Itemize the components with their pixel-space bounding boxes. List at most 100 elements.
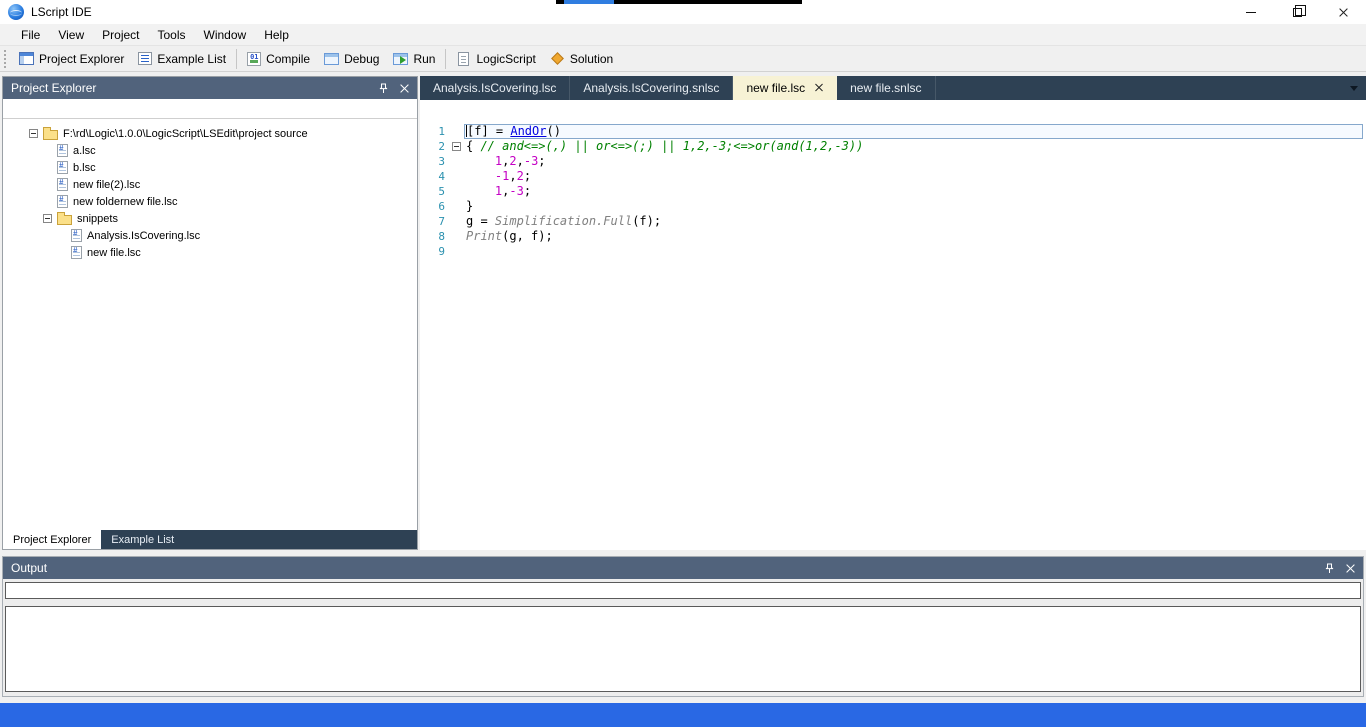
- title-bar: LScript IDE: [0, 0, 1366, 24]
- tree-item-new-file-lsc[interactable]: new file.lsc: [3, 244, 417, 261]
- menu-item-file[interactable]: File: [12, 24, 49, 46]
- minimize-icon: [1246, 12, 1256, 13]
- tree-item-analysis-iscovering-lsc[interactable]: Analysis.IsCovering.lsc: [3, 227, 417, 244]
- document-tab-analysis-iscovering-lsc[interactable]: Analysis.IsCovering.lsc: [420, 76, 570, 100]
- toolbar-separator: [236, 49, 237, 69]
- fold-toggle-icon[interactable]: [452, 142, 461, 151]
- menu-item-help[interactable]: Help: [255, 24, 298, 46]
- code-token: -3: [524, 154, 538, 168]
- output-input-strip: [5, 582, 1361, 599]
- code-line: 8 Print(g, f);: [420, 229, 1366, 244]
- run-icon: [393, 53, 408, 65]
- line-number: 7: [420, 214, 450, 229]
- panel-tab-project-explorer[interactable]: Project Explorer: [3, 530, 101, 549]
- close-panel-icon[interactable]: [1346, 564, 1355, 573]
- restore-button[interactable]: [1274, 0, 1320, 24]
- document-tab-new-file-snlsc[interactable]: new file.snlsc: [837, 76, 935, 100]
- document-tab-label: new file.lsc: [746, 81, 805, 95]
- fold-margin: [450, 124, 464, 139]
- code-line-content: -1,2;: [464, 169, 1363, 184]
- code-line: 3 1,2,-3;: [420, 154, 1366, 169]
- code-token: -3: [509, 184, 523, 198]
- window-controls: [1228, 0, 1366, 24]
- menu-item-view[interactable]: View: [49, 24, 93, 46]
- output-body: [3, 579, 1363, 696]
- app-icon: [8, 4, 24, 20]
- code-line: 1[f] = AndOr(): [420, 124, 1366, 139]
- code-line-content: Print(g, f);: [464, 229, 1363, 244]
- close-panel-icon[interactable]: [400, 84, 409, 93]
- project-explorer-title: Project Explorer: [11, 81, 96, 95]
- toolbar-button-label: Run: [413, 52, 435, 66]
- code-editor[interactable]: 1[f] = AndOr()2{ // and<=>(,) || or<=>(;…: [420, 100, 1366, 550]
- code-line: 4 -1,2;: [420, 169, 1366, 184]
- tree-item-f-rd-logic-1-0-0-logicscript-lsedit-project-source[interactable]: F:\rd\Logic\1.0.0\LogicScript\LSEdit\pro…: [3, 125, 417, 142]
- tab-list-dropdown-icon[interactable]: [1350, 86, 1358, 91]
- code-token: // and<=>(,) || or<=>(;) || 1,2,-3;<=>or…: [480, 139, 863, 153]
- project-explorer-icon: [19, 52, 34, 65]
- menu-bar: FileViewProjectToolsWindowHelp: [0, 24, 1366, 46]
- toolbar-button-project-explorer[interactable]: Project Explorer: [12, 47, 131, 71]
- tree-item-a-lsc[interactable]: a.lsc: [3, 142, 417, 159]
- tree-item-new-file-2-lsc[interactable]: new file(2).lsc: [3, 176, 417, 193]
- tree-expander[interactable]: [43, 214, 52, 223]
- code-token: (g, f);: [502, 229, 553, 243]
- tree-item-label: a.lsc: [73, 145, 96, 157]
- toolbar-button-debug[interactable]: Debug: [317, 47, 386, 71]
- toolbar-button-label: Compile: [266, 52, 310, 66]
- code-token: }: [466, 199, 473, 213]
- code-line-content: }: [464, 199, 1363, 214]
- toolbar-button-solution[interactable]: Solution: [543, 47, 620, 71]
- line-number: 4: [420, 169, 450, 184]
- pin-icon[interactable]: [1324, 563, 1335, 574]
- document-tab-new-file-lsc[interactable]: new file.lsc: [733, 76, 837, 100]
- app-window: LScript IDE FileViewProjectToolsWindowHe…: [0, 0, 1366, 727]
- tab-close-icon[interactable]: [815, 84, 823, 92]
- pin-icon[interactable]: [378, 83, 389, 94]
- output-content-area: [5, 606, 1361, 692]
- restore-icon: [1293, 8, 1302, 17]
- tree-item-label: snippets: [77, 213, 118, 225]
- minimize-button[interactable]: [1228, 0, 1274, 24]
- menu-item-project[interactable]: Project: [93, 24, 148, 46]
- toolbar-button-logicscript[interactable]: LogicScript: [449, 47, 542, 71]
- tree-indent-spacer: [43, 180, 52, 189]
- file-icon: [57, 161, 68, 174]
- toolbar-separator: [445, 49, 446, 69]
- code-token: (): [546, 124, 560, 138]
- toolbar-button-compile[interactable]: Compile: [240, 47, 317, 71]
- folder-icon: [43, 130, 58, 140]
- menu-item-tools[interactable]: Tools: [149, 24, 195, 46]
- line-number: 2: [420, 139, 450, 154]
- project-explorer-header-icons: [378, 83, 409, 94]
- line-number: 3: [420, 154, 450, 169]
- panel-tab-example-list[interactable]: Example List: [101, 530, 184, 549]
- document-tab-analysis-iscovering-snlsc[interactable]: Analysis.IsCovering.snlsc: [570, 76, 733, 100]
- tree-item-label: new file(2).lsc: [73, 179, 140, 191]
- fold-margin: [450, 169, 464, 184]
- close-button[interactable]: [1320, 0, 1366, 24]
- tree-item-b-lsc[interactable]: b.lsc: [3, 159, 417, 176]
- menu-item-window[interactable]: Window: [195, 24, 256, 46]
- debug-icon: [324, 53, 339, 65]
- toolbar-button-run[interactable]: Run: [386, 47, 442, 71]
- code-line-content: { // and<=>(,) || or<=>(;) || 1,2,-3;<=>…: [464, 139, 1363, 154]
- code-line-content: [f] = AndOr(): [464, 124, 1363, 139]
- project-explorer-substrip: [3, 99, 417, 119]
- code-token: 2: [517, 169, 524, 183]
- folder-icon: [57, 215, 72, 225]
- tree-expander[interactable]: [29, 129, 38, 138]
- line-number: 8: [420, 229, 450, 244]
- fold-margin: [450, 154, 464, 169]
- line-number: 5: [420, 184, 450, 199]
- background-window-accent: [564, 0, 614, 4]
- file-icon: [71, 229, 82, 242]
- code-token: [466, 169, 495, 183]
- tree-indent-spacer: [57, 248, 66, 257]
- code-token: [466, 184, 495, 198]
- tree-item-snippets[interactable]: snippets: [3, 210, 417, 227]
- code-line-content: 1,-3;: [464, 184, 1363, 199]
- tree-item-new-foldernew-file-lsc[interactable]: new foldernew file.lsc: [3, 193, 417, 210]
- toolbar-button-example-list[interactable]: Example List: [131, 47, 233, 71]
- toolbar-buttons: Project ExplorerExample List Compile Debug…: [12, 46, 620, 72]
